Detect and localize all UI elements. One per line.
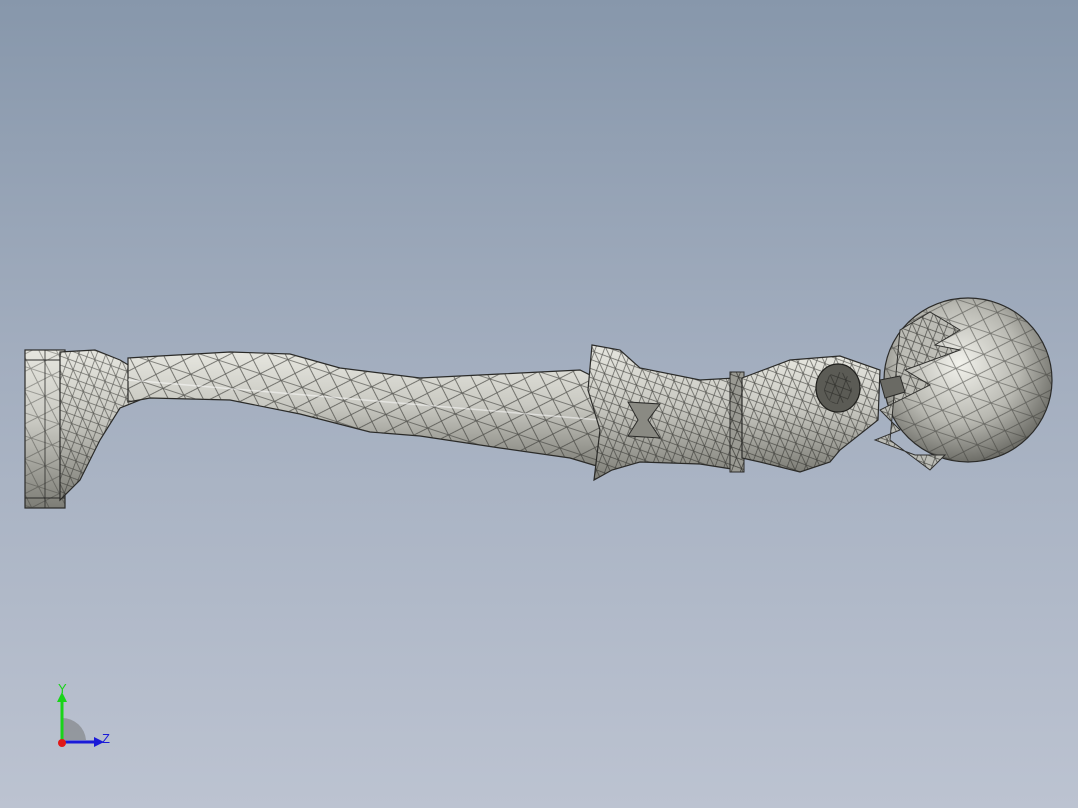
- skirt-ruffle[interactable]: [587, 344, 739, 482]
- head[interactable]: [873, 297, 1053, 471]
- graphics-viewport[interactable]: Y Z: [0, 0, 1078, 808]
- coordinate-triad: Y Z: [57, 681, 110, 747]
- body-torso[interactable]: [127, 351, 611, 471]
- upper-body[interactable]: [741, 355, 881, 473]
- x-axis-dot: [58, 739, 66, 747]
- y-axis-label: Y: [58, 681, 67, 696]
- z-axis-label: Z: [102, 731, 110, 746]
- mesh-model[interactable]: [0, 0, 1078, 808]
- base-plate[interactable]: [24, 349, 66, 509]
- triad-plane-indicator: [62, 717, 86, 740]
